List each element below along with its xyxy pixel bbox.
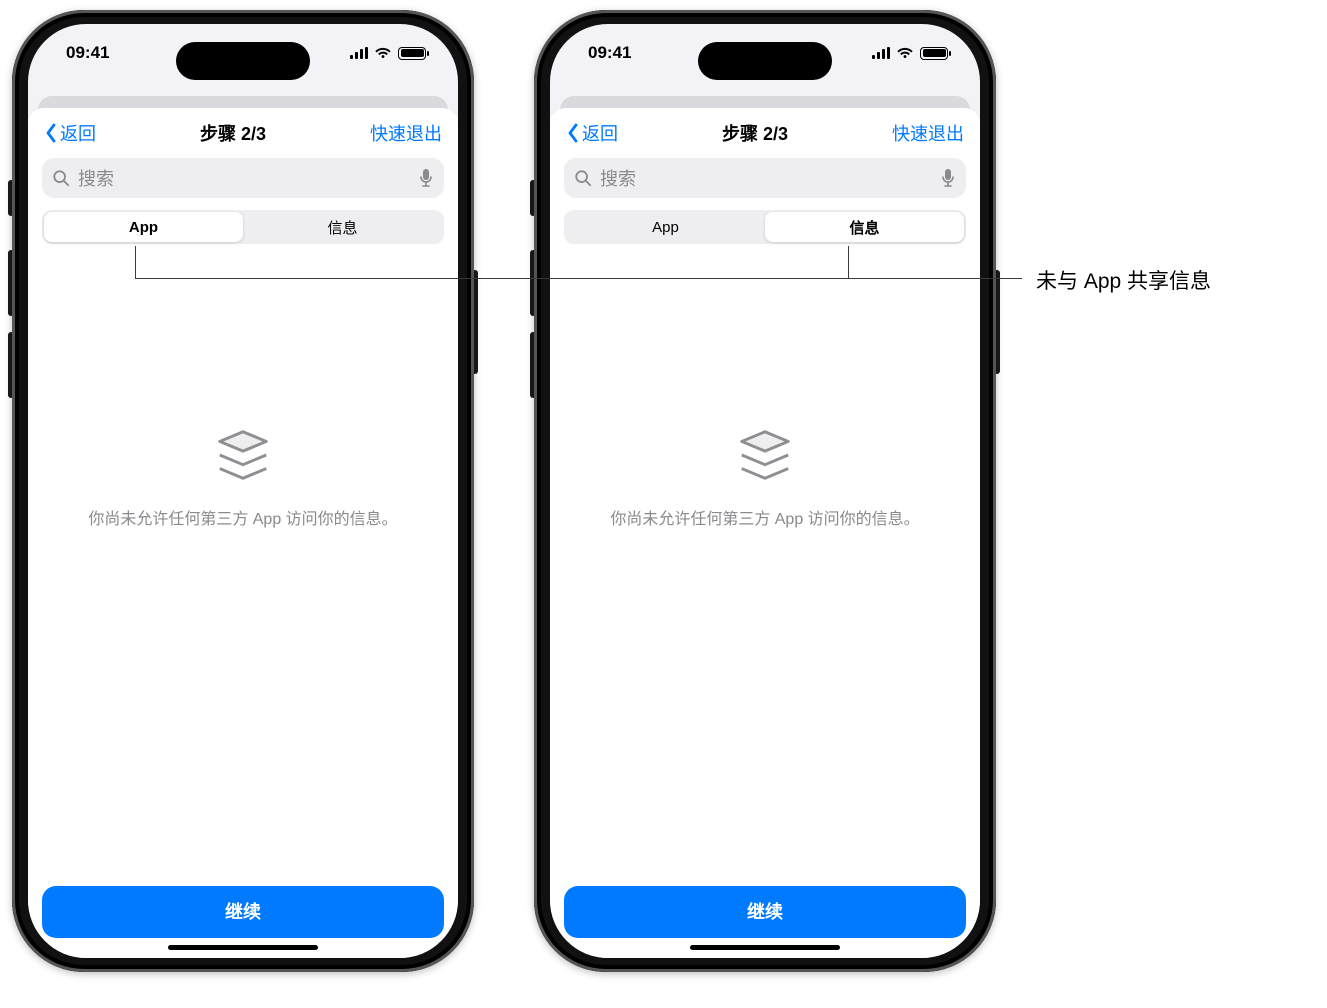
battery-icon	[920, 47, 948, 60]
status-bar: 09:41	[550, 24, 980, 82]
status-time: 09:41	[588, 43, 631, 63]
empty-message: 你尚未允许任何第三方 App 访问你的信息。	[580, 505, 949, 529]
continue-button[interactable]: 继续	[42, 886, 444, 938]
callout-label: 未与 App 共享信息	[1036, 265, 1211, 295]
cellular-icon	[350, 47, 368, 59]
callout-line	[135, 278, 1022, 279]
wifi-icon	[896, 46, 914, 60]
wifi-icon	[374, 46, 392, 60]
status-time: 09:41	[66, 43, 109, 63]
callout-line	[135, 246, 136, 278]
stack-icon	[212, 427, 274, 483]
empty-state: 你尚未允许任何第三方 App 访问你的信息。	[550, 109, 980, 886]
continue-button[interactable]: 继续	[564, 886, 966, 938]
cellular-icon	[872, 47, 890, 59]
battery-icon	[398, 47, 426, 60]
home-indicator[interactable]	[690, 945, 840, 950]
phone-mockup-right: 09:41	[534, 10, 996, 972]
status-bar: 09:41	[28, 24, 458, 82]
sheet: 返回 步骤 2/3 快速退出 搜索	[28, 108, 458, 958]
home-indicator[interactable]	[168, 945, 318, 950]
empty-message: 你尚未允许任何第三方 App 访问你的信息。	[58, 505, 427, 529]
stack-icon	[734, 427, 796, 483]
empty-state: 你尚未允许任何第三方 App 访问你的信息。	[28, 109, 458, 886]
phone-mockup-left: 09:41	[12, 10, 474, 972]
callout-line	[848, 246, 849, 278]
sheet: 返回 步骤 2/3 快速退出 搜索	[550, 108, 980, 958]
